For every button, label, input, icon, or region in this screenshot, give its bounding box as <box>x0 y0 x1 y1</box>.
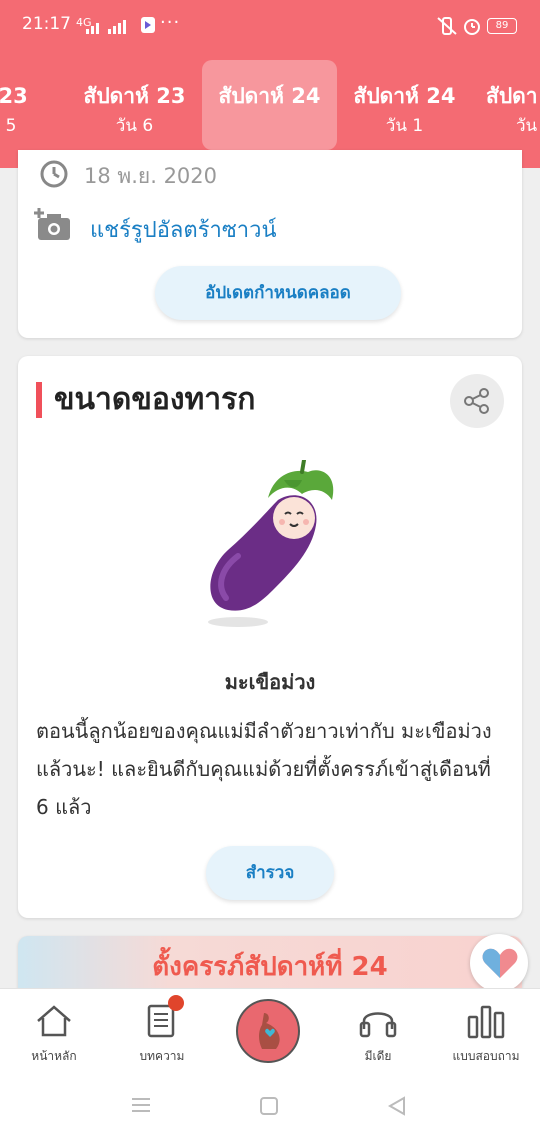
share-ultrasound-link[interactable]: แชร์รูปอัลตร้าซาวน์ <box>90 212 277 247</box>
title-accent-bar <box>36 382 42 418</box>
tab-day-label: วัน <box>516 116 538 136</box>
pregnancy-center-button <box>236 999 300 1063</box>
signal-icon <box>86 20 126 34</box>
baby-size-title: ขนาดของทารก <box>54 382 256 417</box>
tab-week-label: สัปดา <box>486 84 538 108</box>
nav-media[interactable]: มีเดีย <box>324 989 432 1069</box>
tab-week-label: ห์ 23 <box>0 84 28 108</box>
top-bar: 21:17 4G ··· 89 ห์ 23 น 5 สัปดาห์ 23 วัน… <box>0 0 540 168</box>
nav-articles[interactable]: บทความ <box>108 989 216 1069</box>
add-photo-icon <box>34 208 70 240</box>
app-notification-icon <box>141 17 155 33</box>
tab-day-label: วัน 1 <box>385 116 424 136</box>
vibrate-off-icon <box>437 17 457 35</box>
nav-poll[interactable]: แบบสอบถาม <box>432 989 540 1069</box>
back-icon[interactable] <box>386 1095 408 1117</box>
fruit-name: มะเขือม่วง <box>224 670 316 694</box>
explore-button[interactable]: สำรวจ <box>206 846 334 900</box>
tab-week-label: สัปดาห์ 24 <box>353 84 456 108</box>
due-date-card: 18 พ.ย. 2020 แชร์รูปอัลตร้าซาวน์ อัปเดตก… <box>18 150 522 338</box>
nav-label: บทความ <box>139 1049 185 1063</box>
banner-text: ตั้งครรภ์สัปดาห์ที่ 24 <box>152 952 388 982</box>
tab-week-24-day-2[interactable]: สัปดา วัน <box>472 60 540 150</box>
baby-size-card: ขนาดของทารก มะเขือม่วง ตอนนี้ลูกน้อยของค… <box>18 356 522 918</box>
tab-day-label: น 5 <box>0 116 17 136</box>
tab-day-label: วัน 6 <box>115 116 154 136</box>
menu-icon[interactable] <box>130 1096 152 1114</box>
week-banner[interactable]: ตั้งครรภ์สัปดาห์ที่ 24 <box>18 936 522 996</box>
share-button[interactable] <box>450 374 504 428</box>
due-date-text: 18 พ.ย. 2020 <box>84 164 218 188</box>
nav-label: มีเดีย <box>364 1049 392 1063</box>
tab-week-24-current[interactable]: สัปดาห์ 24 <box>202 60 337 150</box>
update-due-date-button[interactable]: อัปเดตกำหนดคลอด <box>155 266 401 320</box>
tab-week-label: สัปดาห์ 23 <box>83 84 186 108</box>
system-navigation-bar <box>0 1068 540 1140</box>
nav-pregnancy[interactable] <box>216 989 324 1069</box>
pregnancy-icon <box>259 1013 280 1049</box>
tab-week-23-day-6[interactable]: สัปดาห์ 23 วัน 6 <box>67 60 202 150</box>
eggplant-illustration <box>208 460 334 627</box>
heart-icon <box>482 948 518 978</box>
bottom-navigation: หน้าหลัก บทความ มีเดีย แบบสอบถาม <box>0 988 540 1069</box>
headphones-icon <box>359 1012 397 1038</box>
poll-icon <box>467 1005 505 1039</box>
clock-icon <box>40 160 68 188</box>
status-time: 21:17 <box>22 14 71 34</box>
tab-week-23-day-5[interactable]: ห์ 23 น 5 <box>0 60 70 150</box>
battery-icon: 89 <box>487 18 517 34</box>
status-bar: 21:17 4G ··· 89 <box>0 0 540 52</box>
nav-label: หน้าหลัก <box>31 1049 77 1063</box>
alarm-icon <box>464 19 480 35</box>
nav-home[interactable]: หน้าหลัก <box>0 989 108 1069</box>
home-square-icon[interactable] <box>259 1096 279 1116</box>
home-icon <box>37 1005 71 1037</box>
notification-badge <box>168 995 184 1011</box>
share-icon <box>464 388 489 414</box>
tab-week-label: สัปดาห์ 24 <box>218 84 321 108</box>
more-notifications-icon: ··· <box>160 12 181 33</box>
tab-week-24-day-1[interactable]: สัปดาห์ 24 วัน 1 <box>337 60 472 150</box>
floating-heart-button[interactable] <box>470 934 528 992</box>
nav-label: แบบสอบถาม <box>452 1049 520 1063</box>
baby-size-description: ตอนนี้ลูกน้อยของคุณแม่มีลำตัวยาวเท่ากับ … <box>36 719 492 819</box>
